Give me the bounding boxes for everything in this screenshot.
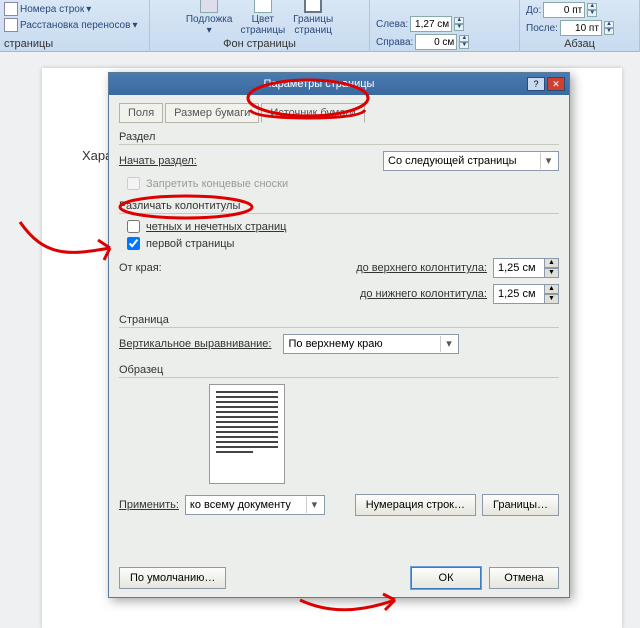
help-button[interactable]: ? <box>527 77 545 91</box>
header-distance-input[interactable]: ▲▼ <box>493 258 559 278</box>
footer-distance-field[interactable] <box>493 284 545 304</box>
indent-right-label: Справа: <box>376 37 413 48</box>
spin-up[interactable]: ▲ <box>459 35 469 42</box>
watermark-button[interactable]: Подложка▾ <box>186 0 233 36</box>
cancel-button[interactable]: Отмена <box>489 567 559 589</box>
odd-even-check[interactable]: четных и нечетных страниц <box>127 220 559 233</box>
header-distance-field[interactable] <box>493 258 545 278</box>
suppress-endnotes-check: Запретить концевые сноски <box>127 177 559 190</box>
spin-down[interactable]: ▼ <box>454 24 464 31</box>
chevron-down-icon[interactable]: ▾ <box>440 336 456 352</box>
close-button[interactable]: ✕ <box>547 77 565 91</box>
default-button[interactable]: По умолчанию… <box>119 567 226 589</box>
to-footer-label: до нижнего колонтитула: <box>360 288 487 300</box>
preview-thumbnail <box>209 384 285 484</box>
indent-left-input[interactable] <box>410 16 452 32</box>
footer-distance-input[interactable]: ▲▼ <box>493 284 559 304</box>
borders-dialog-button[interactable]: Границы… <box>482 494 559 516</box>
valign-combo[interactable]: По верхнему краю▾ <box>283 334 459 354</box>
spin-down[interactable]: ▼ <box>545 268 559 278</box>
spin-down[interactable]: ▼ <box>459 42 469 49</box>
spin-down[interactable]: ▼ <box>604 28 614 35</box>
section-start-combo[interactable]: Со следующей страницы▾ <box>383 151 559 171</box>
first-page-check[interactable]: первой страницы <box>127 237 559 250</box>
suppress-endnotes-checkbox <box>127 177 140 190</box>
ribbon: Номера строк ▾ Расстановка переносов ▾ с… <box>0 0 640 52</box>
odd-even-checkbox[interactable] <box>127 220 140 233</box>
spin-up[interactable]: ▲ <box>545 258 559 268</box>
headers-group-title: Различать колонтитулы <box>119 200 559 214</box>
apply-to-label: Применить: <box>119 499 179 511</box>
first-page-checkbox[interactable] <box>127 237 140 250</box>
from-edge-label: От края: <box>119 262 209 274</box>
section-group-title: Раздел <box>119 131 559 145</box>
valign-label: Вертикальное выравнивание: <box>119 338 271 350</box>
apply-to-combo[interactable]: ко всему документу▾ <box>185 495 325 515</box>
preview-group-title: Образец <box>119 364 559 378</box>
hyphenation-button[interactable]: Расстановка переносов ▾ <box>4 18 137 32</box>
indent-right-input[interactable] <box>415 34 457 50</box>
ok-button[interactable]: ОК <box>411 567 481 589</box>
space-before-input[interactable] <box>543 2 585 18</box>
group-label: Абзац <box>564 36 595 50</box>
to-header-label: до верхнего колонтитула: <box>356 262 487 274</box>
chevron-down-icon[interactable]: ▾ <box>306 497 322 513</box>
spin-up[interactable]: ▲ <box>454 17 464 24</box>
titlebar[interactable]: Параметры страницы ? ✕ <box>109 73 569 95</box>
page-borders-button[interactable]: Границы страниц <box>293 0 333 36</box>
page-group-title: Страница <box>119 314 559 328</box>
group-label: Фон страницы <box>223 36 296 50</box>
spin-down[interactable]: ▼ <box>545 294 559 304</box>
dialog-title: Параметры страницы <box>113 78 525 90</box>
space-after-label: После: <box>526 23 558 34</box>
chevron-down-icon[interactable]: ▾ <box>540 153 556 169</box>
spin-up[interactable]: ▲ <box>545 284 559 294</box>
tab-fields[interactable]: Поля <box>119 103 163 123</box>
page-color-button[interactable]: Цвет страницы <box>240 0 285 36</box>
line-numbers-dialog-button[interactable]: Нумерация строк… <box>355 494 476 516</box>
section-start-label: Начать раздел: <box>119 155 197 167</box>
space-before-label: До: <box>526 5 541 16</box>
group-label: страницы <box>4 36 53 50</box>
line-numbers-button[interactable]: Номера строк ▾ <box>4 2 91 16</box>
spin-down[interactable]: ▼ <box>587 10 597 17</box>
tab-paper-size[interactable]: Размер бумаги <box>165 103 259 123</box>
space-after-input[interactable] <box>560 20 602 36</box>
tab-paper-source[interactable]: Источник бумаги <box>261 103 364 123</box>
spin-up[interactable]: ▲ <box>604 21 614 28</box>
indent-left-label: Слева: <box>376 19 408 30</box>
spin-up[interactable]: ▲ <box>587 3 597 10</box>
page-setup-dialog: Параметры страницы ? ✕ Поля Размер бумаг… <box>108 72 570 598</box>
